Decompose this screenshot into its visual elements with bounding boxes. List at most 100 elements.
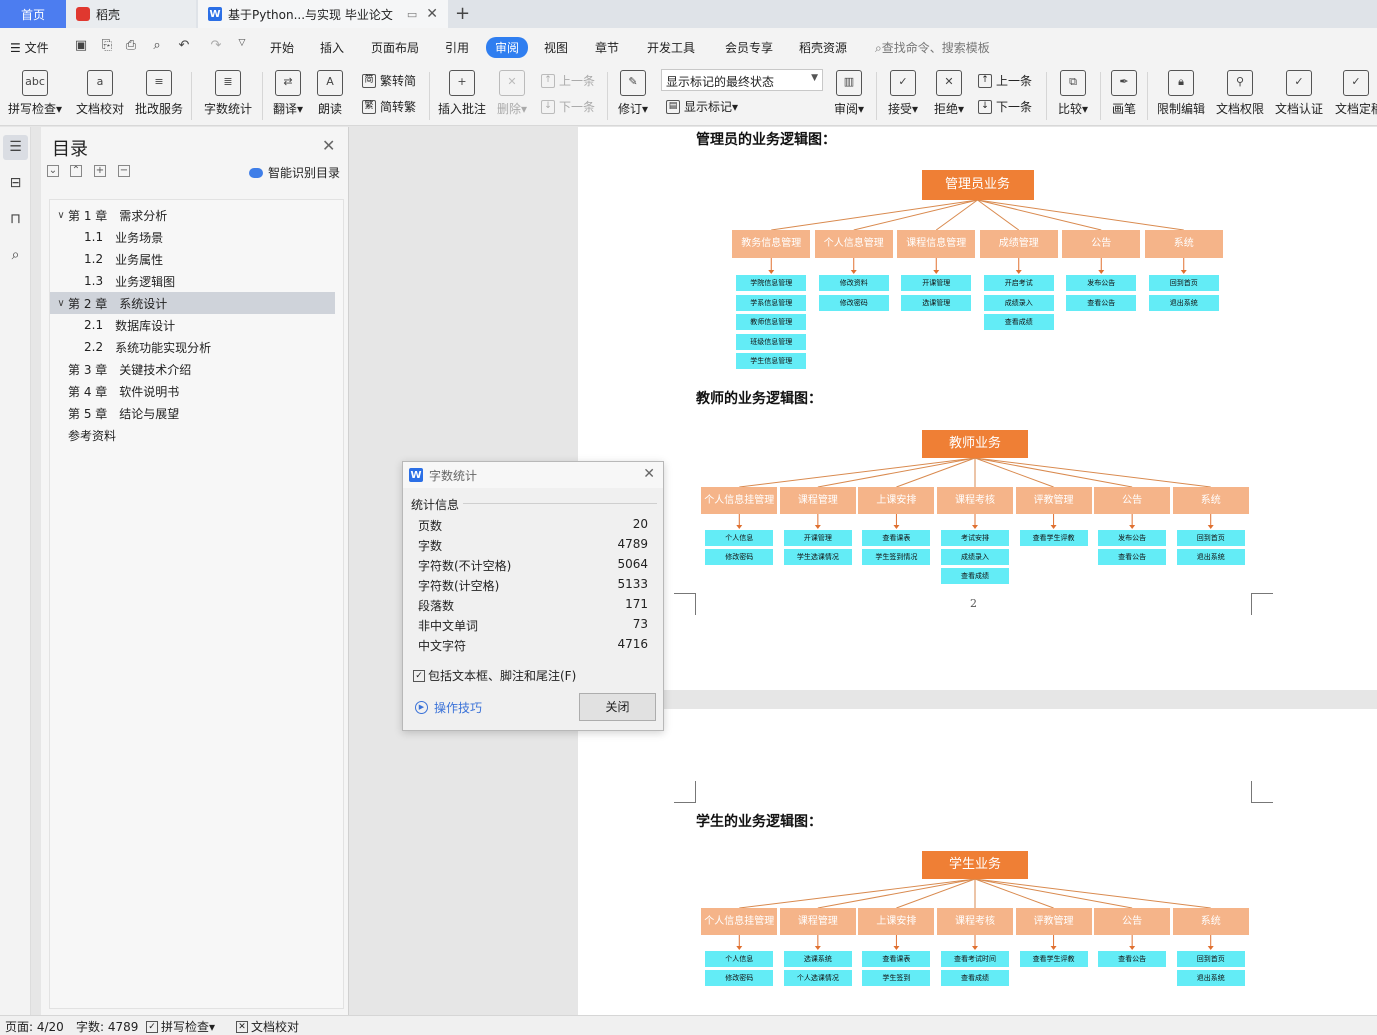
toc-item[interactable]: ∨ 第 1 章需求分析 [50,204,335,226]
menu-view[interactable]: 视图 [544,39,568,56]
leaf-node: 查看学生评教 [1019,951,1088,967]
close-icon[interactable]: ✕ [643,466,655,482]
menu-chapter[interactable]: 章节 [595,39,619,56]
leaf-node: 查看公告 [1066,294,1137,311]
close-button[interactable]: 关闭 [579,693,656,721]
next-change-button[interactable]: ↓ 下一条 [978,98,1032,115]
pen-icon: ✒ [1111,70,1137,96]
command-search[interactable]: ⌕查找命令、搜索模板 [875,39,990,56]
correction-service-button[interactable]: ≡ 批改服务 [133,70,185,117]
tab-daoke[interactable]: 稻壳 [66,0,196,28]
doc-certify-button[interactable]: ✓ 文档认证 [1273,70,1325,117]
customize-chevron-icon[interactable]: ▽ [234,38,250,54]
page-indicator[interactable]: 页面: 4/20 [5,1018,64,1035]
simp-to-trad-button[interactable]: 繁简转繁 [362,98,416,115]
restrict-editing-button[interactable]: 🔒︎ 限制编辑 [1155,70,1207,117]
pin-icon[interactable]: ▭ [407,8,417,21]
close-icon[interactable]: ✕ [322,136,335,155]
menu-member[interactable]: 会员专享 [725,39,773,56]
toc-item[interactable]: ∨ 第 2 章系统设计 [50,292,335,314]
spell-check-button[interactable]: abc 拼写检查▾ [6,70,64,117]
translate-button[interactable]: ⇄ 翻译▾ [270,70,306,117]
expand-up-icon[interactable]: ⌃ [70,165,82,177]
save-icon[interactable]: ▣ [73,38,89,54]
toc-item[interactable]: 1.2 业务属性 [50,248,335,270]
toc-item[interactable]: 第 4 章软件说明书 [50,380,335,402]
undo-icon[interactable]: ↶ [176,38,192,54]
redo-icon[interactable]: ↷ [208,38,224,54]
document-page[interactable]: 管理员的业务逻辑图： 管理员业务 教务信息管理 学院信息管理 学系信息管理 教师信息管理… [578,127,1377,690]
trad-to-simp-button[interactable]: 简繁转简 [362,72,416,89]
document-page[interactable]: 学生的业务逻辑图： 学生业务 个人信息挂管理 个人信息 修改密码 课程管理 选课系统 个人选… [578,709,1377,1015]
arrow-head [814,525,821,529]
include-textbox-checkbox[interactable]: ✓ 包括文本框、脚注和尾注(F) [413,667,576,684]
ribbon-divider [1100,72,1101,120]
toc-item[interactable]: 第 3 章关键技术介绍 [50,358,335,380]
status-proofread[interactable]: ✕ 文档校对 [236,1018,299,1035]
export-pdf-icon[interactable]: ⎘ [99,38,115,54]
toc-item[interactable]: 1.1 业务场景 [50,226,335,248]
menu-reference[interactable]: 引用 [445,39,469,56]
prev-change-button[interactable]: ↑ 上一条 [978,72,1032,89]
review-ribbon: abc 拼写检查▾ a 文档校对 ≡ 批改服务 ≣ 字数统计 ⇄ 翻译▾ A 朗读 简繁转简… [0,66,1377,126]
chevron-down-icon[interactable]: ∨ [54,298,68,309]
proofread-button[interactable]: a 文档校对 [74,70,126,117]
menu-insert[interactable]: 插入 [320,39,344,56]
doc-permission-button[interactable]: ⚲ 文档权限 [1214,70,1266,117]
file-menu[interactable]: ☰ 文件 [10,39,49,56]
search-icon[interactable]: ⌕ [7,247,24,264]
toc-item[interactable]: 2.2 系统功能实现分析 [50,336,335,358]
category-node: 评教管理 [1015,487,1092,514]
toc-panel-icon[interactable]: ☰ [3,135,28,160]
word-count-indicator[interactable]: 字数: 4789 [76,1018,138,1035]
prev-comment-button[interactable]: ↑ 上一条 [541,72,595,89]
delete-comment-button[interactable]: ✕ 删除▾ [494,70,530,117]
leaf-node: 查看成绩 [941,568,1009,584]
menu-dev-tools[interactable]: 开发工具 [647,39,695,56]
menu-start[interactable]: 开始 [270,39,294,56]
close-tab-icon[interactable]: ✕ [426,6,438,22]
tab-document[interactable]: W 基于Python...与实现 毕业论文 ▭ ✕ [198,0,448,28]
category-node: 上课安排 [858,908,935,935]
toc-item[interactable]: 1.3 业务逻辑图 [50,270,335,292]
ink-button[interactable]: ✒ 画笔 [1109,70,1139,117]
tab-home[interactable]: 首页 [0,0,66,28]
markup-mode-select[interactable]: 显示标记的最终状态 ▼ [661,69,823,91]
toc-item[interactable]: 第 5 章结论与展望 [50,402,335,424]
chevron-down-icon[interactable]: ∨ [54,210,68,221]
menu-daoke-resources[interactable]: 稻壳资源 [799,39,847,56]
next-comment-button[interactable]: ↓ 下一条 [541,98,595,115]
smart-toc-button[interactable]: 智能识别目录 [249,164,340,181]
bookmark-icon[interactable]: ⊓ [7,211,24,228]
reject-button[interactable]: ✕ 拒绝▾ [932,70,966,117]
add-heading-icon[interactable]: + [94,165,106,177]
toc-item[interactable]: 2.1 数据库设计 [50,314,335,336]
menu-page-layout[interactable]: 页面布局 [371,39,419,56]
toc-item[interactable]: 参考资料 [50,424,335,446]
word-count-button[interactable]: ≣ 字数统计 [202,70,254,117]
review-pane-button[interactable]: ▥ 审阅▾ [832,70,866,117]
crop-mark [1251,781,1273,803]
track-changes-button[interactable]: ✎ 修订▾ [615,70,651,117]
chapter-nav-icon[interactable]: ⊟ [7,175,24,192]
review-pane-icon: ▥ [836,70,862,96]
accept-button[interactable]: ✓ 接受▾ [886,70,920,117]
insert-comment-button[interactable]: + 插入批注 [437,70,487,117]
toc-item-number: 第 1 章 [68,208,108,223]
show-markup-button[interactable]: ▤ 显示标记 ▾ [666,98,738,115]
remove-heading-icon[interactable]: − [118,165,130,177]
collapse-all-icon[interactable]: ⌄ [47,165,59,177]
new-tab-button[interactable]: + [455,3,470,24]
doc-finalize-button[interactable]: ✓ 文档定稿 [1335,70,1377,117]
tips-link[interactable]: ▶ 操作技巧 [415,699,482,716]
leaf-node: 学系信息管理 [736,294,807,311]
dialog-titlebar[interactable]: W 字数统计 ✕ [403,462,663,488]
status-proof-label: 文档校对 [251,1020,300,1034]
read-aloud-button[interactable]: A 朗读 [315,70,345,117]
menu-review[interactable]: 审阅 [486,37,529,58]
print-preview-icon[interactable]: ⌕ [149,38,165,54]
stats-value: 5064 [617,557,648,571]
print-icon[interactable]: ⎙ [123,38,139,54]
compare-button[interactable]: ⧉ 比较▾ [1056,70,1090,117]
status-spell-check[interactable]: ✓ 拼写检查 ▾ [146,1018,215,1035]
